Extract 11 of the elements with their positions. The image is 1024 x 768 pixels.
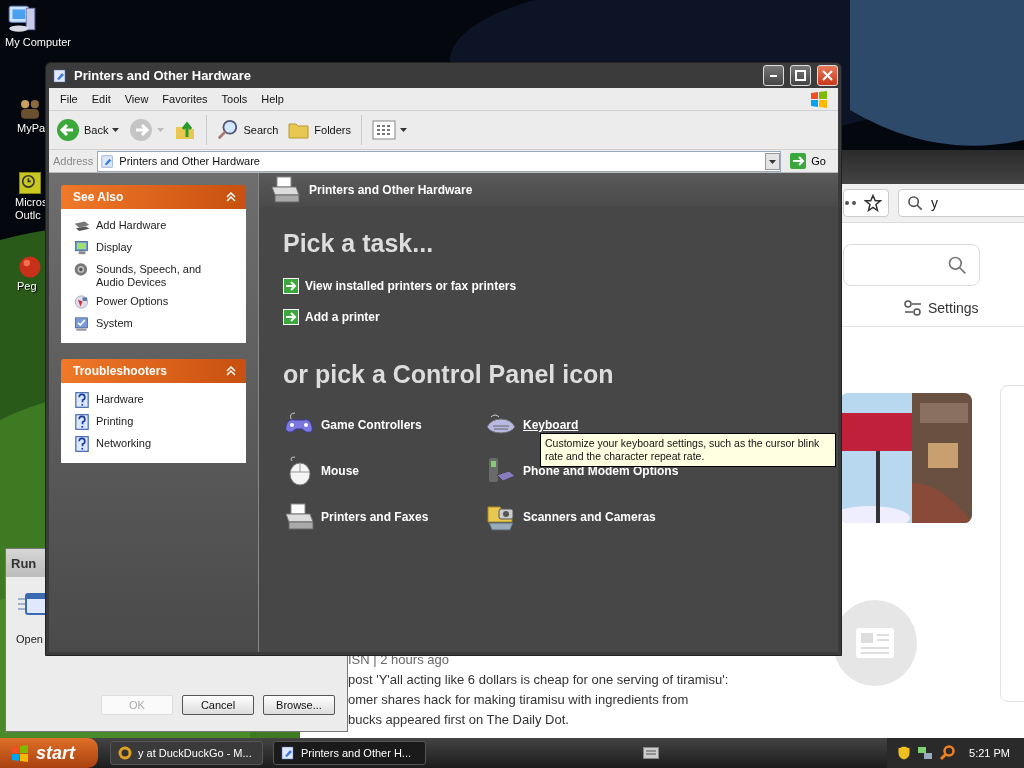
browser-icon [117, 745, 133, 761]
windows-logo-icon [10, 743, 30, 763]
search-icon[interactable] [939, 745, 956, 761]
folder-icon [280, 745, 296, 761]
clock: 5:21 PM [969, 747, 1010, 759]
keyboard-icon[interactable] [642, 747, 659, 759]
taskbar-button[interactable]: y at DuckDuckGo - M... [110, 741, 263, 765]
shield-icon[interactable] [897, 745, 912, 761]
network-icon[interactable] [917, 745, 934, 761]
start-button[interactable]: start [0, 738, 98, 768]
taskbar-button[interactable]: Printers and Other H... [273, 741, 426, 765]
